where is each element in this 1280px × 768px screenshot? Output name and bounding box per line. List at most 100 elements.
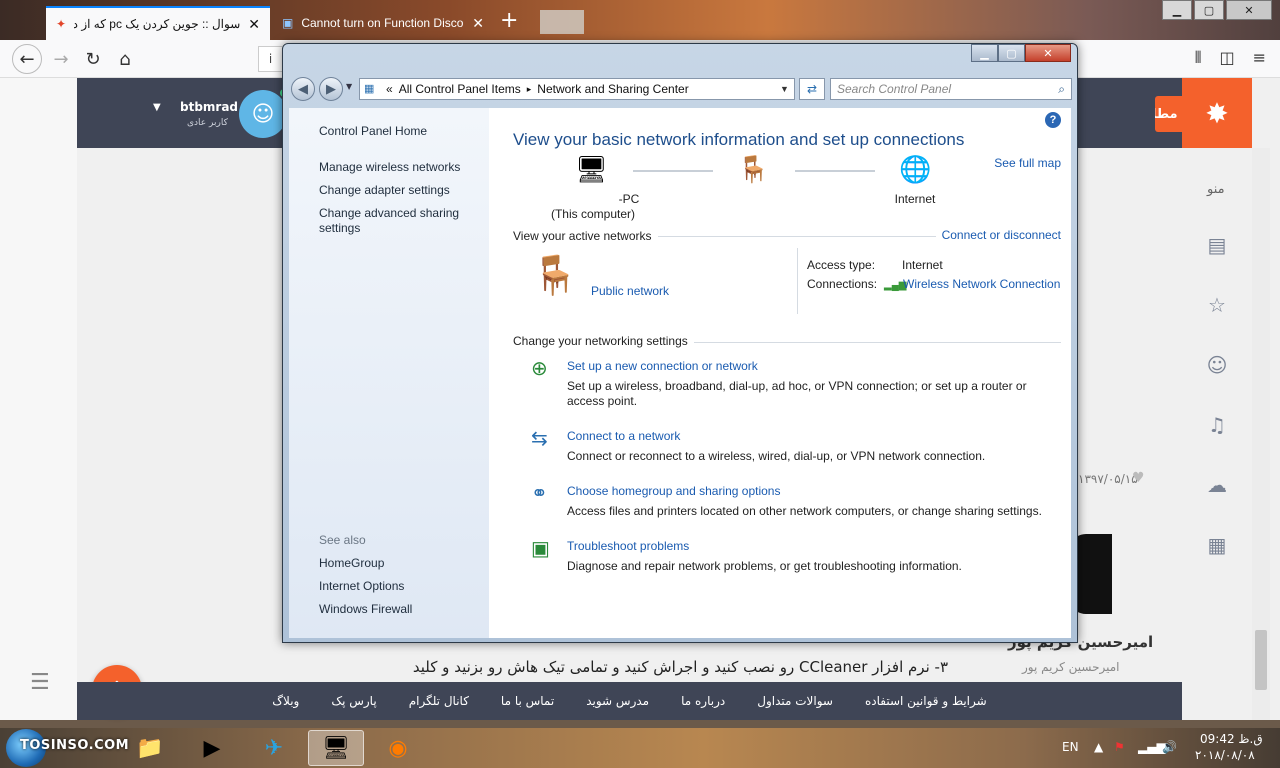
breadcrumb-overflow[interactable]: «	[386, 82, 393, 96]
sidebar-item-sharing[interactable]: Change advanced sharing settings	[319, 206, 469, 236]
sidebar-item-internet-options[interactable]: Internet Options	[319, 579, 404, 594]
footer-link[interactable]: کانال تلگرام	[409, 694, 469, 708]
hamburger-icon[interactable]: ☰	[30, 670, 50, 695]
forward-arrow-icon[interactable]: ▶	[319, 77, 343, 101]
wireless-connection-link[interactable]: Wireless Network Connection	[903, 277, 1060, 291]
action-center-icon[interactable]: ⚑	[1114, 740, 1125, 754]
file-explorer-icon[interactable]: 📁	[122, 730, 178, 766]
clock-date[interactable]: ۲۰۱۸/۰۸/۰۸	[1195, 748, 1255, 762]
articles-icon[interactable]: ▤	[1204, 232, 1230, 258]
computer-icon[interactable]: 🖥	[575, 154, 608, 185]
map-link-line	[633, 170, 713, 172]
public-network-icon[interactable]: 🪑	[531, 254, 578, 298]
bench-icon[interactable]: 🪑	[737, 154, 769, 185]
volume-icon[interactable]: 🔊	[1162, 740, 1177, 754]
breadcrumb-item[interactable]: Network and Sharing Center	[537, 82, 688, 96]
media-player-icon[interactable]: ▶	[184, 730, 240, 766]
user-name[interactable]: btbmrad	[180, 100, 238, 114]
home-icon[interactable]: ⌂	[110, 44, 140, 74]
access-type-label: Access type:	[807, 258, 876, 272]
firefox-icon[interactable]: ◉	[370, 730, 426, 766]
sidebar-item-firewall[interactable]: Windows Firewall	[319, 602, 412, 617]
taskbar: TOSINSO.COM 📁 ▶ ✈ 🖥 ◉ EN ▲ ⚑ ▂▄▆ 🔊 ق.ظ 0…	[0, 728, 1280, 768]
search-input[interactable]: Search Control Panel ⌕	[830, 78, 1072, 100]
homegroup-icon[interactable]: ⚭	[531, 481, 548, 506]
footer-link[interactable]: وبلاگ	[272, 694, 299, 708]
weather-icon[interactable]: ☁	[1204, 472, 1230, 498]
page-scrollbar-thumb[interactable]	[1255, 630, 1267, 690]
troubleshoot-icon[interactable]: ▣	[531, 536, 550, 561]
tab-cannot-turn-on[interactable]: ▣ Cannot turn on Function Disco ✕	[272, 6, 494, 40]
chevron-down-icon[interactable]: ▼	[153, 102, 161, 113]
tab-question[interactable]: ✦ سوال :: جوین کردن یک pc که از دومین ✕	[46, 6, 270, 40]
task-homegroup[interactable]: Choose homegroup and sharing options	[567, 484, 780, 498]
avatar[interactable]: ☺	[239, 90, 287, 138]
search-icon[interactable]: ⌕	[1058, 82, 1065, 97]
connect-network-icon[interactable]: ⇆	[531, 426, 548, 451]
heart-icon[interactable]: ♥	[1132, 470, 1145, 486]
connect-or-disconnect-link[interactable]: Connect or disconnect	[935, 228, 1061, 242]
public-network-link[interactable]: Public network	[591, 284, 669, 298]
close-tab-icon[interactable]: ✕	[472, 15, 484, 32]
star-icon[interactable]: ☆	[1204, 292, 1230, 318]
sidebar-icon[interactable]: ◫	[1219, 48, 1234, 68]
footer-link[interactable]: درباره ما	[681, 694, 725, 708]
new-tab-button[interactable]: +	[500, 8, 518, 33]
close-icon[interactable]: ✕	[1226, 0, 1272, 20]
clock-time[interactable]: ق.ظ 09:42	[1200, 732, 1263, 746]
cp-content: Control Panel Home Manage wireless netwo…	[289, 108, 1071, 638]
tray-expand-icon[interactable]: ▲	[1094, 740, 1103, 754]
sidebar-item-home[interactable]: Control Panel Home	[319, 124, 427, 139]
sidebar-item-adapter[interactable]: Change adapter settings	[319, 183, 450, 198]
network-center-icon: ▦	[364, 83, 375, 95]
task-setup-connection[interactable]: Set up a new connection or network	[567, 359, 758, 373]
minimize-icon[interactable]: ▁	[971, 44, 998, 62]
breadcrumb-item[interactable]: All Control Panel Items	[399, 82, 521, 96]
calendar-icon[interactable]: ▦	[1204, 532, 1230, 558]
close-tab-icon[interactable]: ✕	[248, 16, 260, 33]
library-icon[interactable]: ⫴	[1195, 48, 1202, 68]
breadcrumb-separator[interactable]: ▸	[527, 84, 532, 95]
footer-link[interactable]: شرایط و قوانین استفاده	[865, 694, 987, 708]
computer-sub: (This computer)	[550, 207, 636, 221]
history-dropdown-icon[interactable]: ▼	[346, 82, 352, 91]
tab-title: سوال :: جوین کردن یک pc که از دومین	[74, 17, 241, 31]
active-networks-heading: View your active networks	[513, 229, 658, 243]
minimize-icon[interactable]: ▁	[1162, 0, 1192, 20]
access-type-value: Internet	[902, 258, 943, 272]
close-icon[interactable]: ✕	[1025, 44, 1071, 62]
computer-name: -PC	[618, 192, 640, 206]
task-connect-network[interactable]: Connect to a network	[567, 429, 680, 443]
help-icon[interactable]: ?	[1045, 112, 1061, 128]
chevron-down-icon[interactable]: ▼	[780, 84, 794, 94]
telegram-icon[interactable]: ✈	[246, 730, 302, 766]
sidebar-item-homegroup[interactable]: HomeGroup	[319, 556, 384, 571]
footer-link[interactable]: پارس پک	[331, 694, 376, 708]
smile-icon[interactable]: ☺	[1204, 352, 1230, 378]
back-arrow-icon[interactable]: ◀	[291, 77, 315, 101]
menu-icon[interactable]: ≡	[1253, 48, 1266, 68]
footer-link[interactable]: تماس با ما	[501, 694, 554, 708]
footer-link[interactable]: مدرس شوید	[586, 694, 649, 708]
forward-arrow-icon[interactable]: →	[46, 44, 76, 74]
maximize-icon[interactable]: ▢	[1194, 0, 1224, 20]
headphones-icon[interactable]: ♫	[1204, 412, 1230, 438]
globe-icon[interactable]: 🌐	[899, 154, 931, 185]
site-info-icon[interactable]: i	[258, 46, 282, 72]
refresh-icon[interactable]: ⇄	[799, 78, 825, 100]
rail-menu-label[interactable]: منو	[1207, 182, 1225, 197]
address-bar[interactable]: ▦ « All Control Panel Items ▸ Network an…	[359, 78, 795, 100]
task-troubleshoot[interactable]: Troubleshoot problems	[567, 539, 689, 553]
maximize-icon[interactable]: ▢	[998, 44, 1025, 62]
footer-link[interactable]: سوالات متداول	[757, 694, 833, 708]
tosinso-icon: ✦	[56, 17, 67, 31]
new-connection-icon[interactable]: ⊕	[531, 356, 548, 381]
back-arrow-icon[interactable]: ←	[12, 44, 42, 74]
control-panel-taskbar-icon[interactable]: 🖥	[308, 730, 364, 766]
site-logo-icon[interactable]: ✸	[1182, 78, 1252, 148]
reload-icon[interactable]: ↻	[78, 44, 108, 74]
map-link-line	[795, 170, 875, 172]
see-full-map-link[interactable]: See full map	[994, 156, 1061, 170]
language-indicator[interactable]: EN	[1062, 740, 1079, 754]
sidebar-item-wireless[interactable]: Manage wireless networks	[319, 160, 460, 175]
